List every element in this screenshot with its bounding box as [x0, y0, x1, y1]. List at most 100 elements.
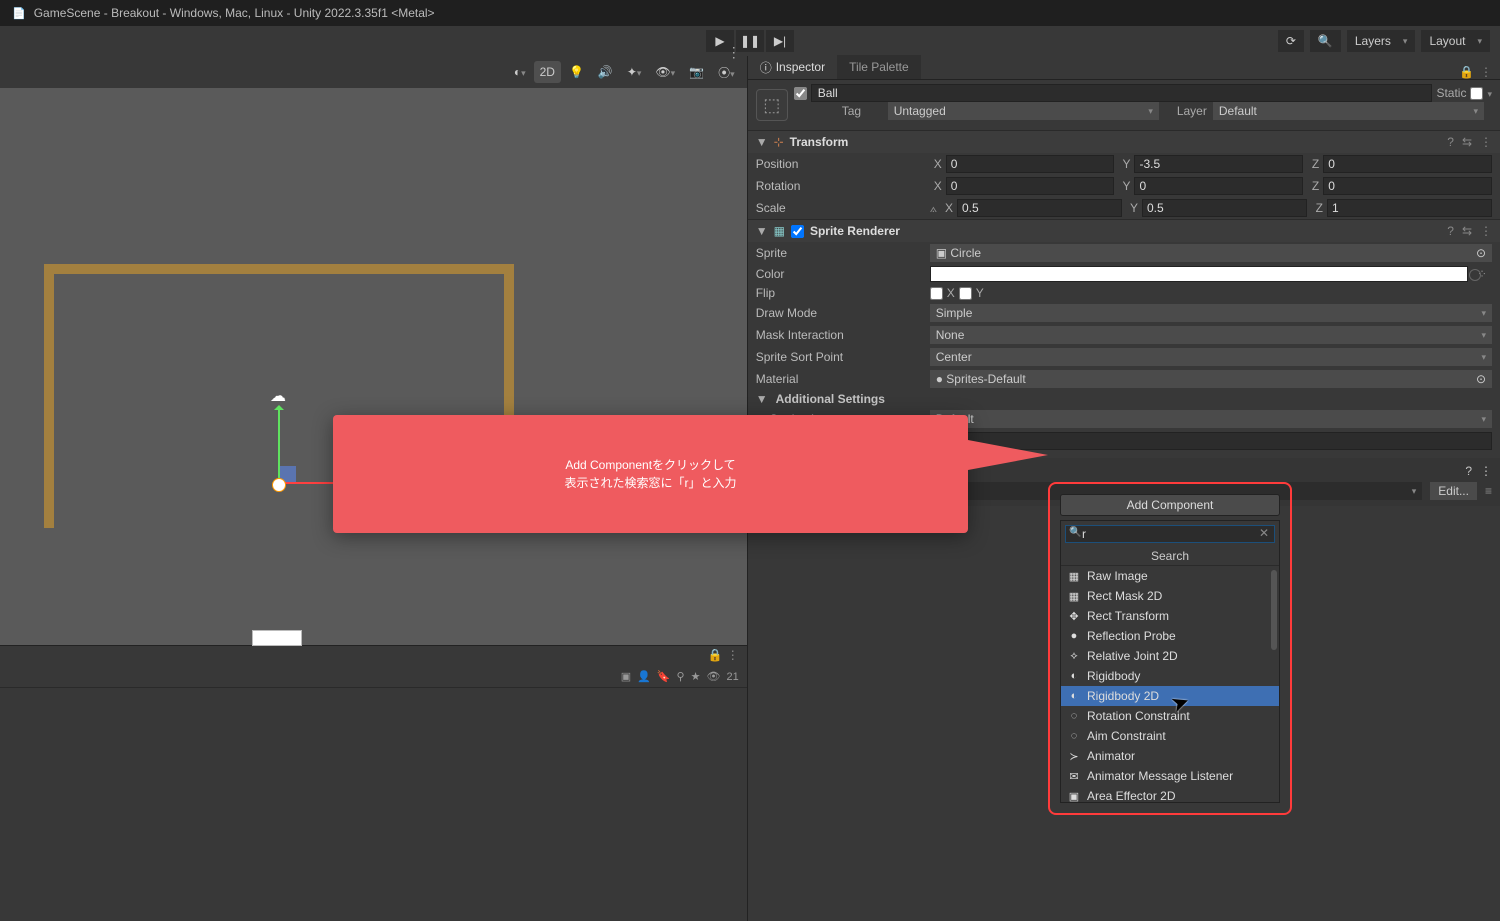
camera-toggle[interactable]: 📷 — [683, 61, 710, 83]
rot-y[interactable] — [1134, 177, 1303, 195]
component-icon: ◐ — [1067, 690, 1081, 702]
constrain-icon[interactable]: ⟑ — [930, 201, 937, 216]
result-item[interactable]: ◌Rotation Constraint — [1061, 706, 1279, 726]
gameobject-icon[interactable]: ⬚ — [756, 89, 788, 121]
lock-icon[interactable]: 🔒 — [708, 648, 723, 664]
menu-icon[interactable]: ⋮ — [1480, 135, 1492, 149]
inspector-icon: ⓘ — [760, 59, 772, 76]
tab-inspector[interactable]: ⓘInspector — [748, 55, 837, 79]
scl-y[interactable] — [1142, 199, 1307, 217]
sortpoint-dropdown[interactable]: Center — [930, 348, 1492, 366]
step-button[interactable]: ▶| — [766, 30, 794, 52]
add-component-popup: 🔍 ✕ Search ▦Raw Image▦Rect Mask 2D✥Rect … — [1060, 520, 1280, 803]
rot-z[interactable] — [1323, 177, 1492, 195]
result-label: Animator — [1087, 749, 1135, 763]
console-icon[interactable]: ▣ — [621, 670, 631, 683]
fold-icon[interactable]: ▼ — [756, 224, 768, 238]
result-item[interactable]: ⟡Relative Joint 2D — [1061, 646, 1279, 666]
result-item[interactable]: ▣Area Effector 2D — [1061, 786, 1279, 802]
panel-menu-icon[interactable]: ⋮ — [727, 44, 741, 61]
add-component-highlight: Add Component 🔍 ✕ Search ▦Raw Image▦Rect… — [1048, 482, 1292, 815]
result-item[interactable]: ✉Animator Message Listener — [1061, 766, 1279, 786]
panel-menu-icon[interactable]: ⋮ — [727, 648, 739, 664]
visibility-dropdown[interactable]: 👁 — [649, 61, 681, 83]
menu-icon[interactable]: ⋮ — [1480, 224, 1492, 238]
pos-x[interactable] — [946, 155, 1115, 173]
result-item[interactable]: ◌Aim Constraint — [1061, 726, 1279, 746]
additional-settings: Additional Settings — [776, 392, 885, 406]
paddle-sprite[interactable] — [252, 630, 302, 646]
help-icon[interactable]: ? — [1447, 224, 1454, 238]
title-bar: 📄 GameScene - Breakout - Windows, Mac, L… — [0, 0, 1500, 26]
tag-dropdown[interactable]: Untagged — [888, 102, 1159, 120]
color-field[interactable] — [930, 266, 1468, 282]
component-search-input[interactable] — [1065, 525, 1275, 543]
lock-icon[interactable]: 🔒 — [1459, 65, 1474, 79]
transform-icon: ⊹ — [774, 135, 784, 149]
result-item[interactable]: ▦Rect Mask 2D — [1061, 586, 1279, 606]
rotation-label: Rotation — [756, 179, 926, 193]
order-field[interactable] — [930, 432, 1492, 450]
scl-z[interactable] — [1327, 199, 1492, 217]
fx-dropdown[interactable]: ✦ — [621, 61, 648, 83]
eye-icon[interactable]: 👁 — [706, 670, 720, 683]
search-button[interactable]: 🔍 — [1310, 30, 1341, 52]
component-icon: ≻ — [1067, 750, 1081, 763]
material-label: Material — [756, 372, 926, 386]
component-enable[interactable] — [791, 225, 804, 238]
tab-tile-palette[interactable]: Tile Palette — [837, 55, 921, 79]
layout-dropdown[interactable]: Layout — [1421, 30, 1490, 52]
mask-dropdown[interactable]: None — [930, 326, 1492, 344]
layer-dropdown[interactable]: Default — [1213, 102, 1484, 120]
panel-menu-icon[interactable]: ⋮ — [1480, 65, 1492, 79]
preset-icon[interactable]: ⇆ — [1462, 224, 1472, 238]
rot-x[interactable] — [946, 177, 1115, 195]
scl-x[interactable] — [957, 199, 1122, 217]
result-item[interactable]: ≻ Animator — [1061, 746, 1279, 766]
console-icon[interactable]: ⚲ — [677, 670, 685, 683]
material-field[interactable]: ● Sprites-Default⊙ — [930, 370, 1492, 388]
gizmos-dropdown[interactable]: ⦿ — [712, 61, 741, 83]
preset-icon[interactable]: ⇆ — [1462, 135, 1472, 149]
help-icon[interactable]: ? — [1447, 135, 1454, 149]
static-checkbox[interactable] — [1470, 87, 1483, 100]
layers-dropdown[interactable]: Layers — [1347, 30, 1416, 52]
console-icon[interactable]: 🔖 — [657, 670, 671, 683]
pos-y[interactable] — [1134, 155, 1303, 173]
add-component-button[interactable]: Add Component — [1060, 494, 1280, 516]
edit-button[interactable]: Edit... — [1430, 482, 1477, 500]
sortlayer-dropdown[interactable]: Default — [930, 410, 1492, 428]
result-item[interactable]: ▦Raw Image — [1061, 566, 1279, 586]
drawmode-dropdown[interactable]: Simple — [930, 304, 1492, 322]
clear-icon[interactable]: ✕ — [1259, 526, 1269, 540]
menu-icon[interactable]: ⋮ — [1480, 464, 1492, 478]
console-icon[interactable]: 👤 — [637, 670, 651, 683]
light-toggle[interactable]: 💡 — [563, 61, 590, 83]
result-label: Rect Transform — [1087, 609, 1169, 623]
instruction-callout: Add Componentをクリックして 表示された検索窓に「r」と入力 — [333, 415, 968, 533]
object-name-field[interactable] — [811, 84, 1433, 102]
scrollbar[interactable] — [1271, 570, 1277, 650]
fold-icon[interactable]: ▼ — [756, 135, 768, 149]
scene-viewport[interactable]: ☁ — [0, 88, 747, 645]
undo-history-button[interactable]: ⟳ — [1278, 30, 1304, 52]
help-icon[interactable]: ? — [1465, 464, 1472, 478]
slider-icon[interactable]: ≡ — [1485, 484, 1492, 498]
active-checkbox[interactable] — [794, 87, 807, 100]
result-item[interactable]: ✥Rect Transform — [1061, 606, 1279, 626]
console-toolbar: ▣ 👤 🔖 ⚲ ★ 👁 21 — [0, 666, 747, 688]
play-controls: ▶ ❚❚ ▶| — [706, 30, 794, 52]
2d-toggle[interactable]: 2D — [534, 61, 561, 83]
flip-y[interactable] — [959, 287, 972, 300]
static-dropdown[interactable] — [1487, 86, 1492, 100]
flip-label: Flip — [756, 286, 926, 300]
pos-z[interactable] — [1323, 155, 1492, 173]
shading-dropdown[interactable]: ◐ — [508, 61, 532, 83]
sprite-field[interactable]: ▣ Circle⊙ — [930, 244, 1492, 262]
result-item[interactable]: ●Reflection Probe — [1061, 626, 1279, 646]
result-item[interactable]: ◐Rigidbody — [1061, 666, 1279, 686]
ball-sprite[interactable] — [272, 478, 286, 492]
console-icon[interactable]: ★ — [691, 670, 701, 683]
flip-x[interactable] — [930, 287, 943, 300]
audio-toggle[interactable]: 🔊 — [592, 61, 619, 83]
